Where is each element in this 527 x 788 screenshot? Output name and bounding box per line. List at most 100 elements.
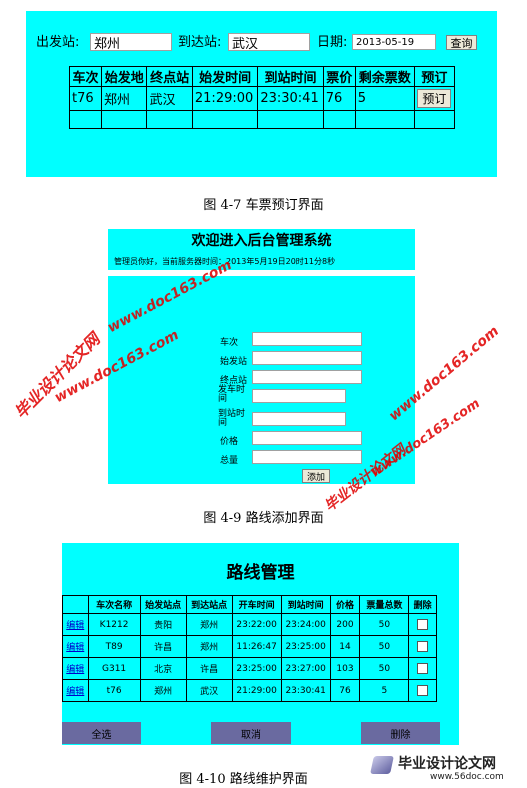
cell-to: 郑州 — [185, 613, 233, 636]
book-button[interactable]: 预订 — [417, 89, 452, 108]
header-cell: 车次名称 — [87, 595, 141, 614]
header-cell: 始发地 — [101, 66, 148, 87]
route-table-header: 车次名称 始发站点 到达站点 开车时间 到站时间 价格 票量总数 删除 — [62, 595, 437, 614]
header-cell: 到达站点 — [185, 595, 233, 614]
header-cell: 预订 — [413, 66, 456, 87]
ticket-booking-panel: 出发站: 到达站: 日期: 查询 车次 始发地 终点站 始发时间 到站时间 票价… — [26, 11, 497, 177]
query-button[interactable]: 查询 — [446, 35, 477, 50]
admin-title: 欢迎进入后台管理系统 — [191, 233, 332, 249]
date-label: 日期: — [317, 35, 348, 50]
cell-to: 许昌 — [185, 657, 233, 680]
header-cell: 车次 — [68, 66, 103, 87]
table-row: 编辑 T89 许昌 郑州 11:26:47 23:25:00 14 50 — [62, 635, 437, 658]
table-row: t76 郑州 武汉 21:29:00 23:30:41 76 5 预订 — [68, 86, 456, 111]
total-label: 总量 — [220, 456, 239, 466]
train-input[interactable] — [252, 332, 362, 346]
footer-logo-text: 毕业设计论文网 — [398, 756, 496, 772]
cell-arrive: 23:30:41 — [257, 86, 324, 111]
delete-checkbox[interactable] — [417, 619, 429, 630]
cell-to: 郑州 — [185, 635, 233, 658]
cell-train: T89 — [87, 635, 141, 658]
train-label: 车次 — [220, 338, 239, 348]
delete-checkbox[interactable] — [417, 663, 429, 674]
depart-time-input[interactable] — [252, 389, 346, 403]
cell-to: 武汉 — [185, 679, 233, 702]
edit-link[interactable]: 编辑 — [66, 687, 84, 697]
header-cell: 票量总数 — [359, 595, 410, 614]
header-cell: 开车时间 — [231, 595, 282, 614]
cell-total: 5 — [359, 679, 410, 702]
header-cell — [62, 595, 89, 614]
header-cell: 始发时间 — [191, 66, 259, 87]
edit-link[interactable]: 编辑 — [66, 665, 84, 675]
cell-from: 郑州 — [101, 86, 148, 111]
select-all-button[interactable]: 全选 — [62, 722, 141, 744]
cancel-button[interactable]: 取消 — [211, 722, 291, 744]
cell-depart: 23:22:00 — [231, 613, 282, 636]
header-cell: 终点站 — [146, 66, 193, 87]
price-label: 价格 — [220, 437, 239, 447]
to-input[interactable] — [228, 33, 310, 51]
cell-from: 贵阳 — [139, 613, 187, 636]
cell-depart: 21:29:00 — [191, 86, 259, 111]
table-row-empty — [68, 110, 456, 129]
cell-price: 76 — [329, 679, 361, 702]
cell-price: 14 — [329, 635, 361, 658]
cell-arrive: 23:25:00 — [280, 635, 331, 658]
ticket-table-header: 车次 始发地 终点站 始发时间 到站时间 票价 剩余票数 预订 — [68, 66, 456, 87]
from-station-input[interactable] — [252, 351, 362, 365]
table-row: 编辑 G311 北京 许昌 23:25:00 23:27:00 103 50 — [62, 657, 437, 680]
cell-train: t76 — [87, 679, 141, 702]
delete-checkbox[interactable] — [417, 641, 429, 652]
from-input[interactable] — [90, 33, 172, 51]
price-input[interactable] — [252, 431, 362, 445]
footer-logo: 毕业设计论文网 www.56doc.com — [370, 751, 522, 785]
cell-price: 103 — [329, 657, 361, 680]
depart-time-label: 发车时间 — [218, 385, 246, 404]
header-cell: 始发站点 — [139, 595, 187, 614]
header-cell: 价格 — [329, 595, 361, 614]
add-button[interactable]: 添加 — [302, 469, 330, 483]
cell-price: 76 — [322, 86, 356, 111]
arrive-time-input[interactable] — [252, 412, 346, 426]
caption-fig-4-9: 图 4-9 路线添加界面 — [203, 511, 324, 526]
logo-icon — [370, 756, 394, 774]
cell-to: 武汉 — [146, 86, 193, 111]
arrive-time-label: 到站时间 — [218, 409, 246, 428]
cell-from: 郑州 — [139, 679, 187, 702]
cell-train: t76 — [68, 86, 103, 111]
from-station-label: 始发站 — [220, 357, 248, 367]
to-label: 到达站: — [178, 35, 222, 50]
header-cell: 到站时间 — [257, 66, 324, 87]
to-station-input[interactable] — [252, 370, 362, 384]
cell-train: G311 — [87, 657, 141, 680]
cell-from: 许昌 — [139, 635, 187, 658]
cell-train: K1212 — [87, 613, 141, 636]
cell-price: 200 — [329, 613, 361, 636]
route-manage-title: 路线管理 — [226, 563, 295, 583]
delete-button[interactable]: 删除 — [361, 722, 440, 744]
cell-arrive: 23:27:00 — [280, 657, 331, 680]
cell-from: 北京 — [139, 657, 187, 680]
edit-link[interactable]: 编辑 — [66, 643, 84, 653]
caption-fig-4-7: 图 4-7 车票预订界面 — [203, 198, 324, 213]
date-input[interactable] — [352, 34, 436, 50]
ticket-table: 车次 始发地 终点站 始发时间 到站时间 票价 剩余票数 预订 t76 郑州 武… — [68, 66, 456, 129]
edit-link[interactable]: 编辑 — [66, 621, 84, 631]
header-cell: 剩余票数 — [354, 66, 415, 87]
header-cell: 删除 — [408, 595, 437, 614]
route-manage-panel: 路线管理 车次名称 始发站点 到达站点 开车时间 到站时间 价格 票量总数 删除… — [62, 543, 459, 745]
table-row: 编辑 K1212 贵阳 郑州 23:22:00 23:24:00 200 50 — [62, 613, 437, 636]
cell-total: 50 — [359, 635, 410, 658]
table-row: 编辑 t76 郑州 武汉 21:29:00 23:30:41 76 5 — [62, 679, 437, 702]
header-cell: 票价 — [322, 66, 356, 87]
total-input[interactable] — [252, 450, 362, 464]
header-cell: 到站时间 — [280, 595, 331, 614]
admin-header-panel: 欢迎进入后台管理系统 管理员你好，当前服务器时间：2013年5月19日20时11… — [108, 229, 415, 270]
cell-depart: 11:26:47 — [231, 635, 282, 658]
from-label: 出发站: — [36, 35, 80, 50]
cell-depart: 21:29:00 — [231, 679, 282, 702]
delete-checkbox[interactable] — [417, 685, 429, 696]
footer-logo-url: www.56doc.com — [430, 772, 504, 782]
cell-book: 预订 — [413, 86, 456, 111]
